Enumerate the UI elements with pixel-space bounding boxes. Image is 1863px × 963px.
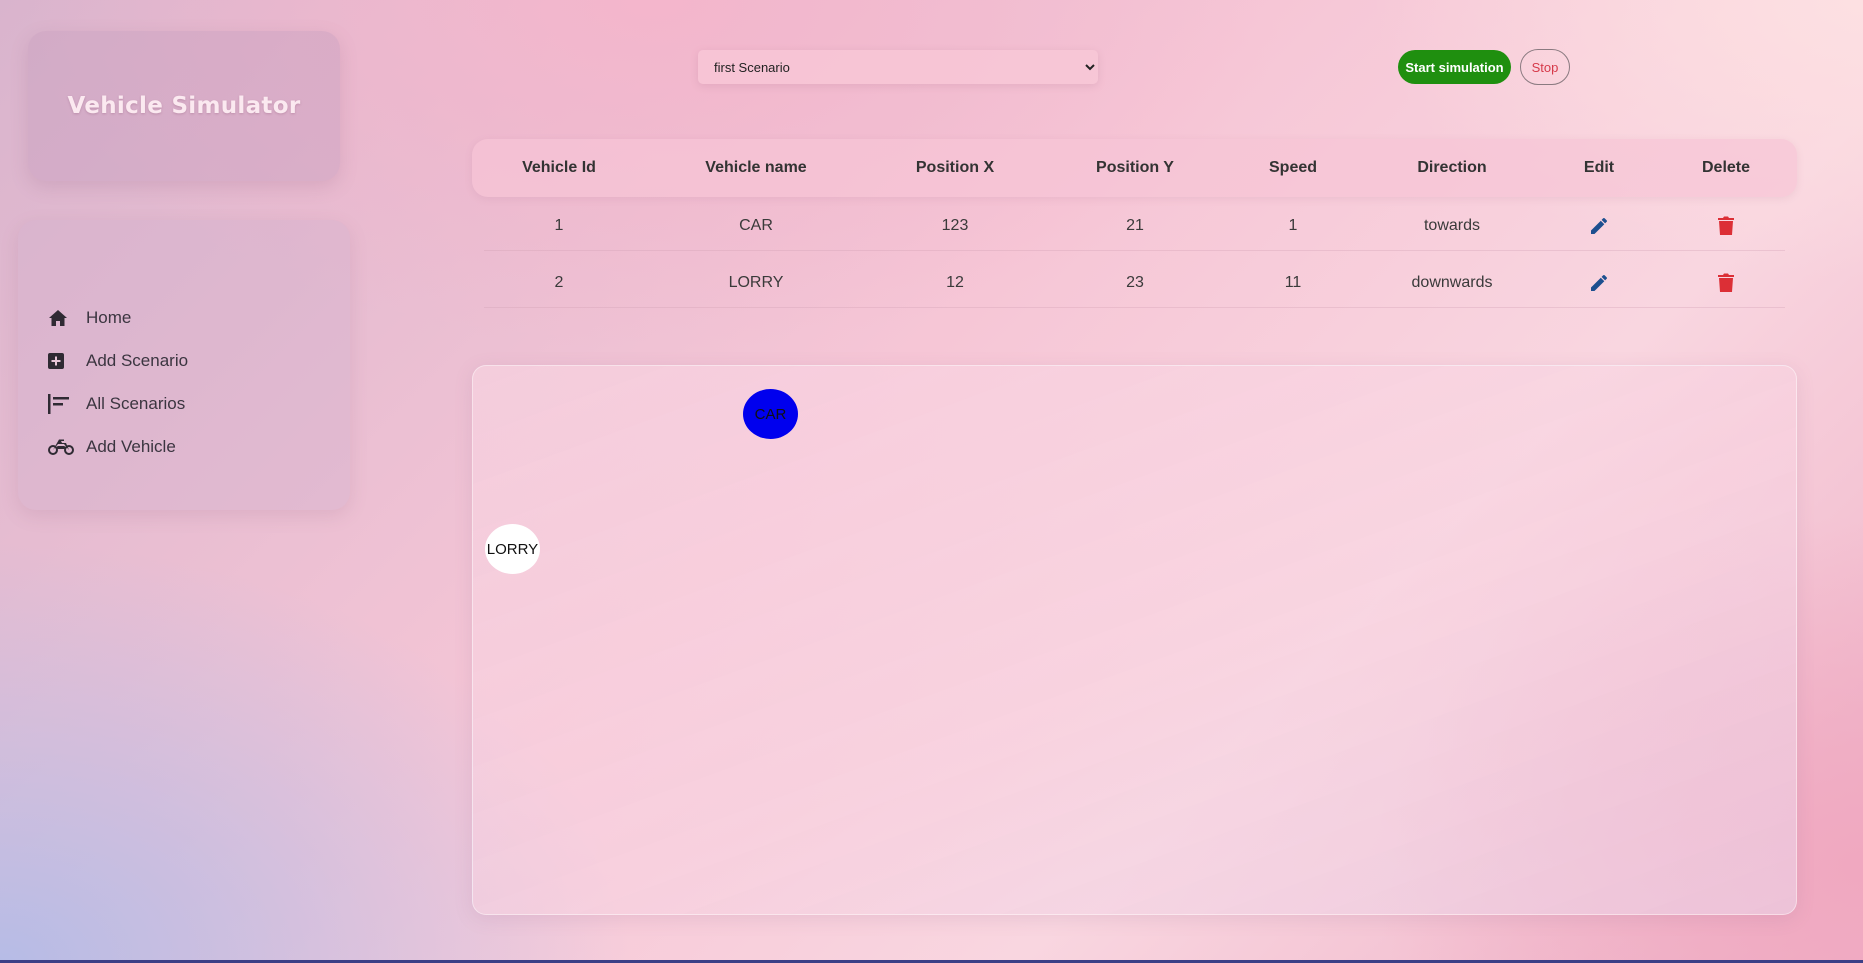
vehicle-table-header: Vehicle Id Vehicle name Position X Posit… xyxy=(472,139,1797,197)
vehicle-marker-lorry: LORRY xyxy=(485,524,540,574)
column-header-direction: Direction xyxy=(1417,159,1487,176)
sidebar-item-add-vehicle[interactable]: Add Vehicle xyxy=(18,425,350,468)
column-header-delete: Delete xyxy=(1701,159,1751,176)
list-icon xyxy=(48,393,74,415)
logo-card: Vehicle Simulator xyxy=(28,31,340,181)
plus-square-icon xyxy=(48,350,74,372)
start-simulation-button[interactable]: Start simulation xyxy=(1398,50,1511,84)
sidebar-item-add-scenario[interactable]: Add Scenario xyxy=(18,339,350,382)
sidebar-item-label: All Scenarios xyxy=(86,393,186,413)
motorcycle-icon xyxy=(48,436,74,458)
sidebar-item-home[interactable]: Home xyxy=(18,296,350,339)
scenario-select[interactable]: first Scenario xyxy=(698,50,1098,84)
edit-cell xyxy=(1589,197,1609,254)
app-title: Vehicle Simulator xyxy=(67,93,301,119)
cell-position-y: 21 xyxy=(1126,216,1144,234)
delete-cell xyxy=(1718,197,1734,254)
sidebar-item-all-scenarios[interactable]: All Scenarios xyxy=(18,382,350,425)
edit-pencil-icon[interactable] xyxy=(1589,273,1609,293)
vehicle-marker-car: CAR xyxy=(743,389,798,439)
delete-trash-icon[interactable] xyxy=(1718,273,1734,293)
cell-speed: 1 xyxy=(1288,216,1298,234)
home-icon xyxy=(48,307,74,329)
cell-vehicle-name: CAR xyxy=(739,216,773,234)
cell-direction: towards xyxy=(1423,216,1481,234)
vehicle-table-body: 1 CAR 123 21 1 towards 2 LORRY 12 23 11 … xyxy=(472,197,1797,311)
sidebar-nav: Home Add Scenario All Scenarios Add Vehi… xyxy=(18,220,350,510)
vehicle-marker-label: LORRY xyxy=(486,540,539,558)
cell-position-y: 23 xyxy=(1126,273,1144,291)
vehicle-marker-label: CAR xyxy=(754,405,787,423)
sidebar-item-label: Add Scenario xyxy=(86,350,189,370)
edit-cell xyxy=(1589,254,1609,311)
cell-vehicle-name: LORRY xyxy=(728,273,784,291)
cell-vehicle-id: 2 xyxy=(554,273,564,291)
delete-cell xyxy=(1718,254,1734,311)
edit-pencil-icon[interactable] xyxy=(1589,216,1609,236)
cell-position-x: 123 xyxy=(941,216,969,234)
cell-direction: downwards xyxy=(1411,273,1493,291)
cell-speed: 11 xyxy=(1284,273,1302,291)
table-row: 1 CAR 123 21 1 towards xyxy=(472,197,1797,254)
table-row: 2 LORRY 12 23 11 downwards xyxy=(472,254,1797,311)
row-divider xyxy=(484,250,1785,251)
sidebar-item-label: Home xyxy=(86,307,132,327)
column-header-speed: Speed xyxy=(1268,159,1318,176)
cell-vehicle-id: 1 xyxy=(554,216,564,234)
delete-trash-icon[interactable] xyxy=(1718,216,1734,236)
column-header-position-y: Position Y xyxy=(1096,159,1174,176)
row-divider xyxy=(484,307,1785,308)
column-header-position-x: Position X xyxy=(915,159,995,176)
sidebar-item-label: Add Vehicle xyxy=(86,436,176,456)
stop-button[interactable]: Stop xyxy=(1520,49,1570,85)
column-header-vehicle-id: Vehicle Id xyxy=(522,159,596,176)
column-header-edit: Edit xyxy=(1583,159,1615,176)
cell-position-x: 12 xyxy=(946,273,964,291)
simulation-canvas: CAR LORRY xyxy=(472,365,1797,915)
column-header-vehicle-name: Vehicle name xyxy=(705,159,807,176)
